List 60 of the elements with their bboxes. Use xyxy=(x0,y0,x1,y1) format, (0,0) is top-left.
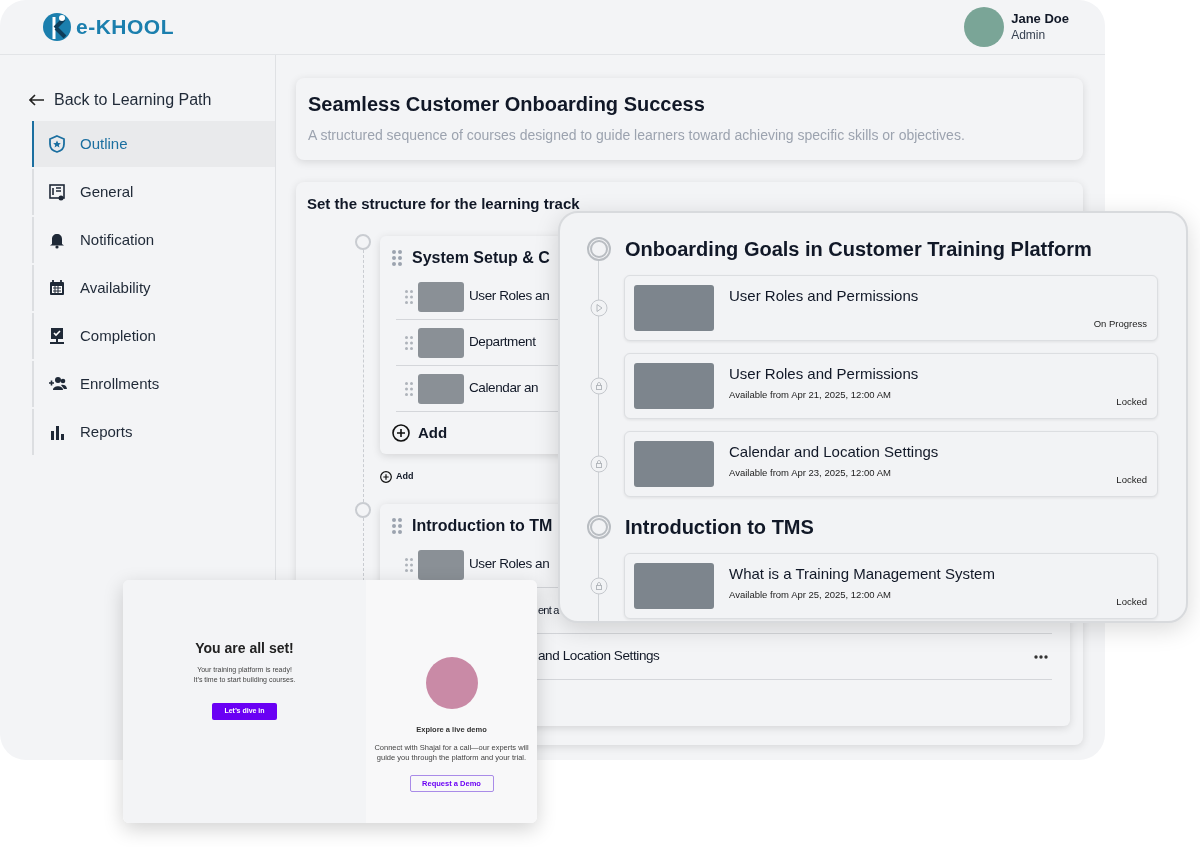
photo-placeholder xyxy=(418,549,464,580)
back-arrow-icon xyxy=(29,94,45,106)
timeline-node xyxy=(587,515,611,539)
sidebar-item[interactable]: Availability xyxy=(32,265,275,311)
availability-date: Available from Apr 21, 2025, 12:00 AM xyxy=(729,388,892,402)
course-description: A structured sequence of courses designed to guide learners toward achieving specific skills or objectives. xyxy=(308,126,966,145)
lesson-title: User Roles and Permissions xyxy=(729,365,920,383)
photo-placeholder xyxy=(418,281,464,312)
section-title: Introduction to TM xyxy=(412,516,553,536)
drag-handle-icon xyxy=(405,289,413,304)
user-avatar xyxy=(964,7,1005,47)
avatar-placeholder xyxy=(425,657,478,709)
section-title: System Setup & C xyxy=(412,248,550,268)
structure-title: Set the structure for the learning track xyxy=(307,194,581,214)
sidebar-item[interactable]: Outline xyxy=(32,121,275,167)
lesson-title: ent a xyxy=(538,603,560,619)
drag-handle-icon xyxy=(392,250,402,266)
photo-placeholder xyxy=(418,373,464,404)
lesson-title: Calendar and Location Settings xyxy=(729,443,940,461)
lesson-title: User Roles an xyxy=(469,287,550,306)
photo-placeholder xyxy=(418,327,464,358)
drag-handle-icon xyxy=(392,518,402,534)
add-users-icon xyxy=(48,375,68,393)
add-section-button[interactable]: Add xyxy=(380,470,414,484)
section-heading: Introduction to TMS xyxy=(625,515,814,540)
plus-circle-icon xyxy=(380,471,392,483)
add-lesson-button[interactable]: Add xyxy=(392,412,448,454)
back-link[interactable]: Back to Learning Path xyxy=(29,88,275,112)
sidebar-item[interactable]: Notification xyxy=(32,217,275,263)
drag-handle-icon xyxy=(405,381,413,396)
logo-icon xyxy=(42,12,72,42)
plus-circle-icon xyxy=(392,424,410,442)
dashboard-icon xyxy=(48,183,68,201)
locked-status: Locked xyxy=(1116,394,1147,409)
shield-star-icon xyxy=(48,135,68,153)
sidebar-item[interactable]: Enrollments xyxy=(32,361,275,407)
status-label: On Progress xyxy=(1093,316,1147,331)
sidebar-item[interactable]: General xyxy=(32,169,275,215)
lesson-title: Calendar an xyxy=(469,379,539,398)
availability-date: Available from Apr 25, 2025, 12:00 AM xyxy=(729,588,892,602)
drag-handle-icon xyxy=(405,335,413,350)
locked-status: Locked xyxy=(1116,594,1147,609)
sidebar-item[interactable]: Completion xyxy=(32,313,275,359)
timeline-node xyxy=(587,237,611,261)
section-heading: Onboarding Goals in Customer Training Platform xyxy=(625,237,1092,262)
lesson-title: User Roles an xyxy=(469,555,550,574)
drag-handle-icon xyxy=(405,557,413,572)
user-role: Admin xyxy=(1011,27,1047,43)
lesson-title: User Roles and Permissions xyxy=(729,287,920,305)
welcome-title: You are all set! xyxy=(195,639,294,658)
more-options-icon xyxy=(1034,654,1048,659)
user-name: Jane Doe xyxy=(1011,11,1069,27)
sidebar-item[interactable]: Reports xyxy=(32,409,275,455)
course-title: Seamless Customer Onboarding Success xyxy=(308,92,706,117)
lesson-title: What is a Training Management System xyxy=(729,565,996,583)
locked-status: Locked xyxy=(1116,472,1147,487)
lesson-title: and Location Settings xyxy=(538,647,661,666)
availability-date: Available from Apr 23, 2025, 12:00 AM xyxy=(729,466,892,480)
lesson-title: Department xyxy=(469,333,536,352)
logo-text: e-KHOOL xyxy=(76,14,174,41)
